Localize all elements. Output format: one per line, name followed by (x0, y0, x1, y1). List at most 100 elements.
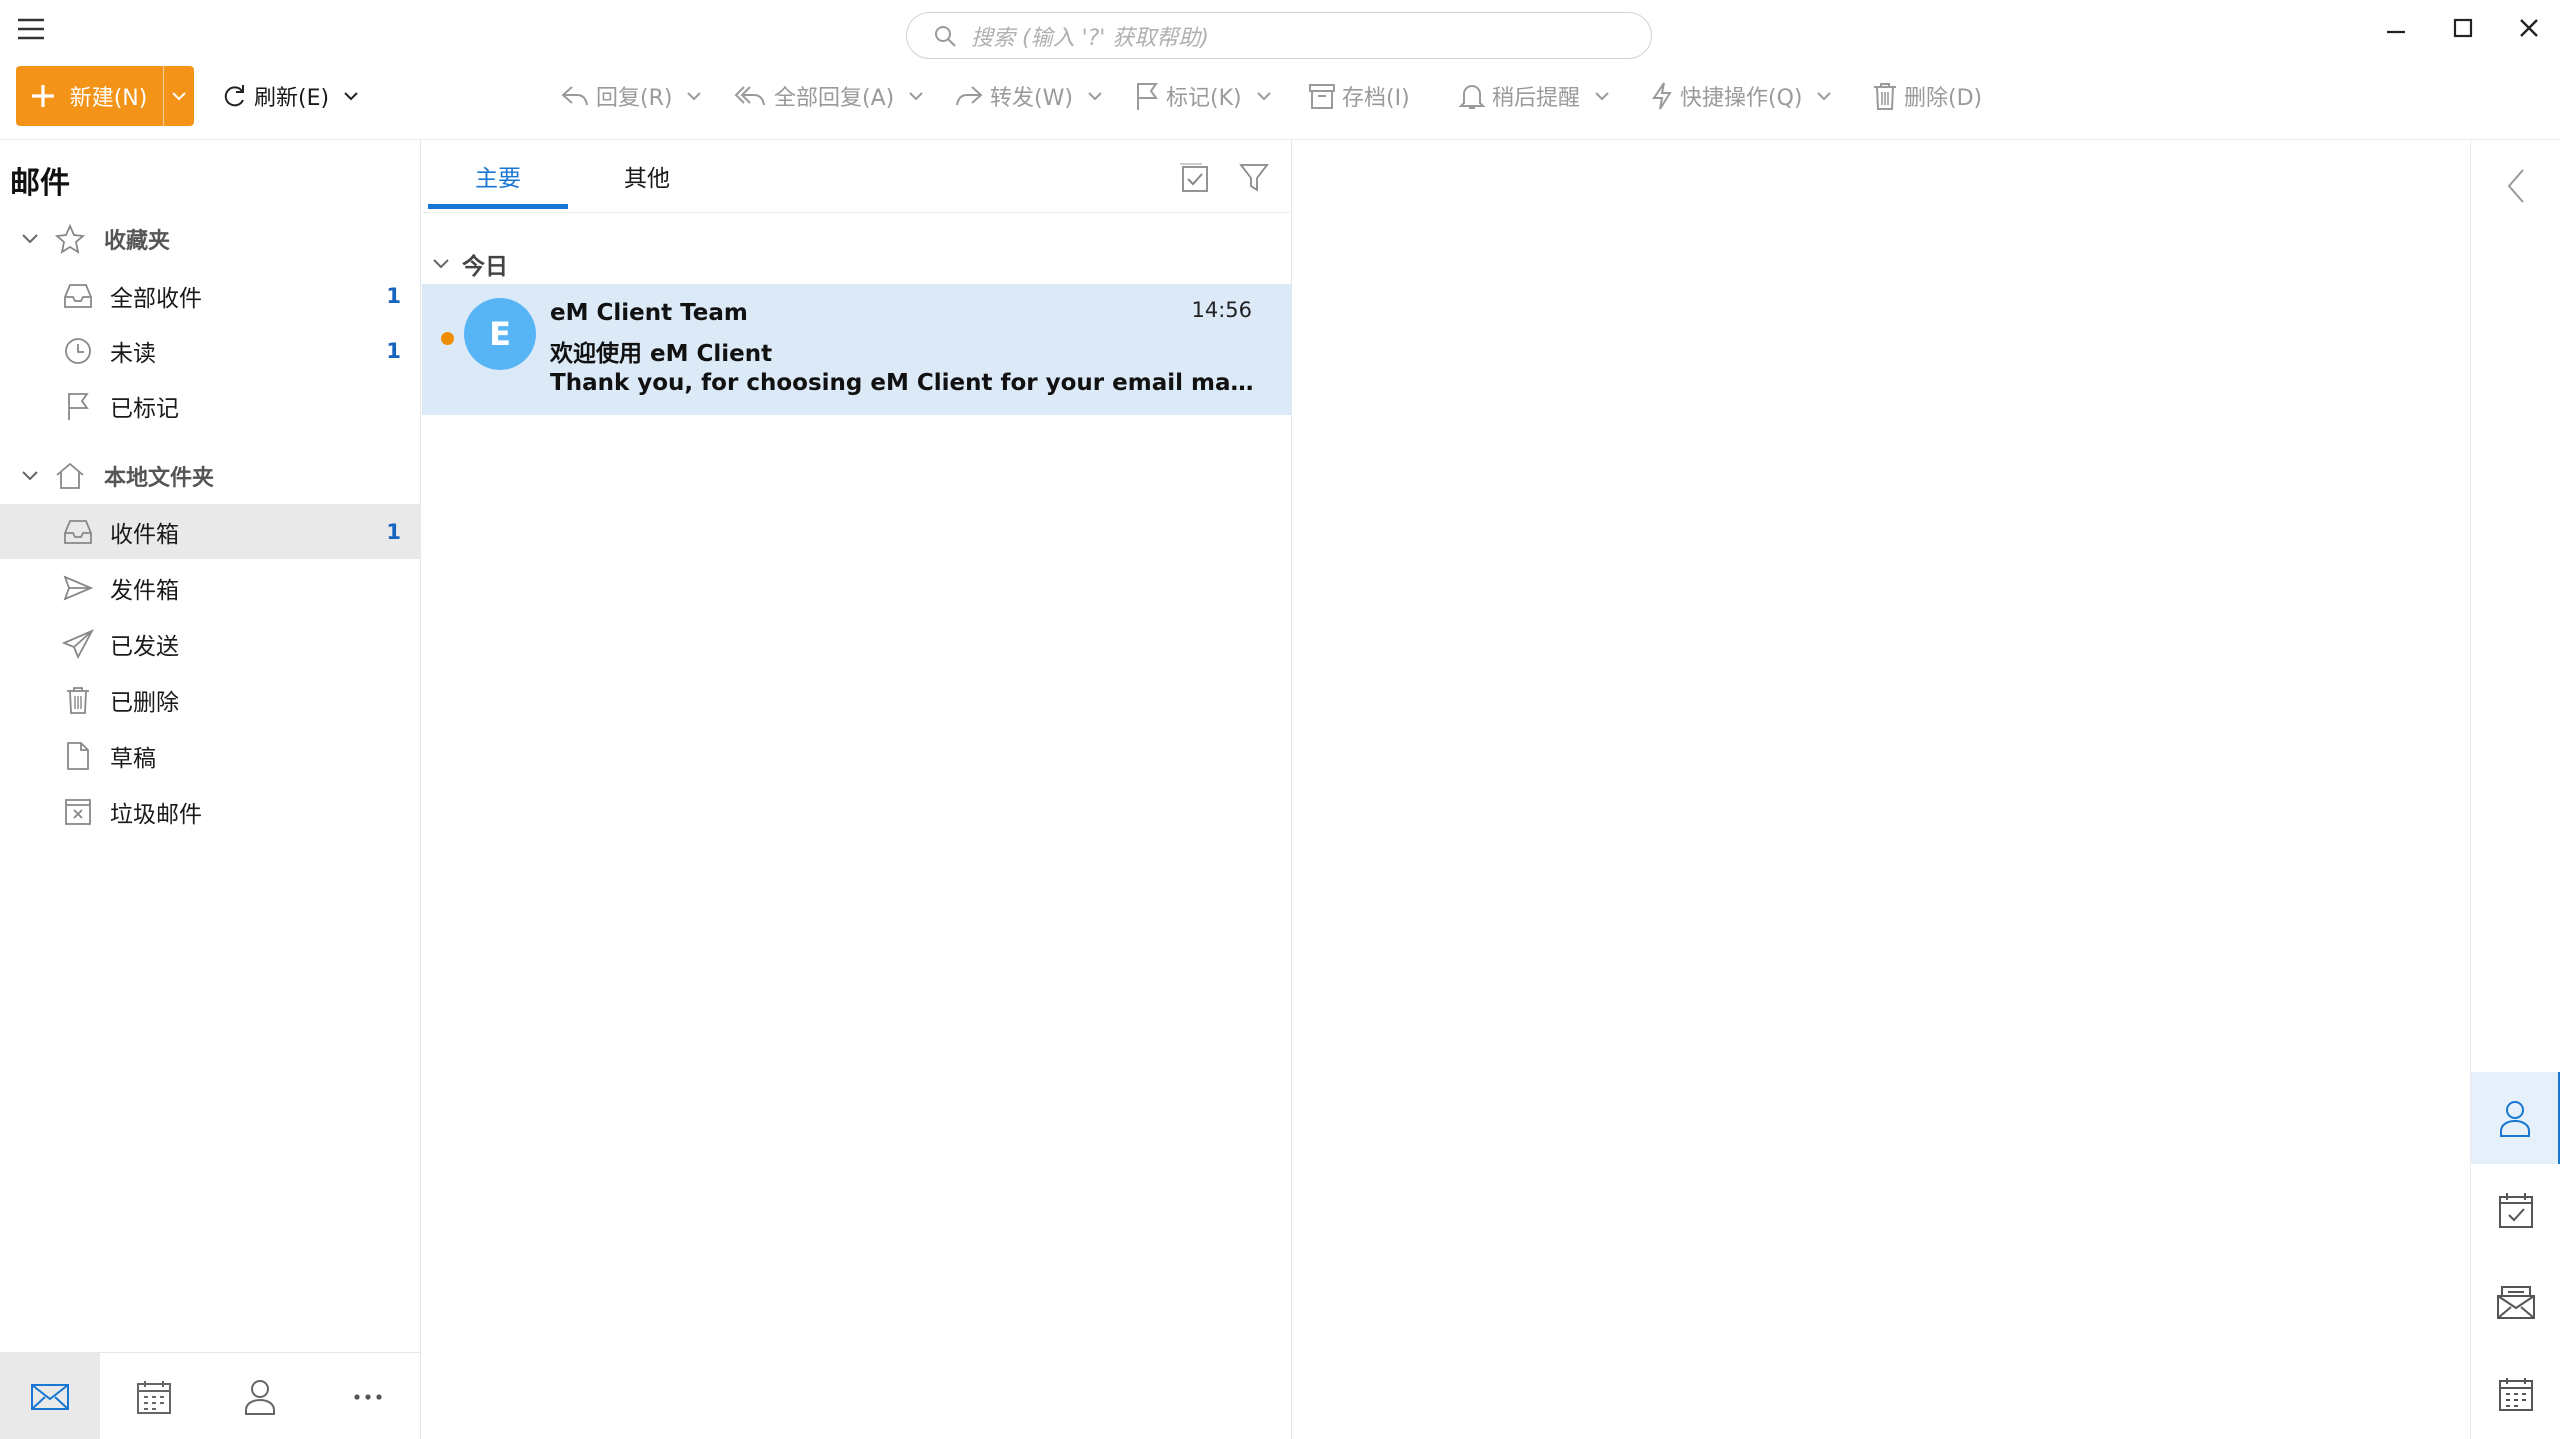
tab-other[interactable]: 其他 (582, 140, 712, 212)
search-icon (933, 24, 957, 48)
filter-icon[interactable] (1232, 156, 1276, 200)
favorites-label: 收藏夹 (104, 229, 171, 254)
sidebar-item-unread[interactable]: 未读 1 (0, 323, 421, 378)
archive-button[interactable]: 存档(I) (1308, 66, 1410, 126)
unread-indicator (441, 332, 454, 345)
reply-all-icon (734, 83, 768, 109)
local-folders-group[interactable]: 本地文件夹 (0, 451, 421, 501)
chevron-down-icon[interactable] (1594, 91, 1610, 101)
title-bar: 搜索 (输入 '?' 获取帮助) (0, 0, 2560, 62)
sidebar-item-label: 发件箱 (110, 577, 179, 604)
reply-all-label: 全部回复(A) (774, 86, 895, 111)
right-rail (2470, 140, 2560, 1439)
module-switcher (0, 1352, 421, 1439)
flag-label: 标记(K) (1166, 86, 1242, 111)
sidebar-item-label: 垃圾邮件 (110, 801, 202, 828)
sidebar-item-sent[interactable]: 已发送 (0, 616, 421, 671)
message-sender: eM Client Team (550, 300, 748, 326)
mail-icon[interactable] (0, 1353, 100, 1439)
tab-primary[interactable]: 主要 (428, 140, 568, 212)
sidebar-title: 邮件 (10, 166, 70, 201)
maximize-icon[interactable] (2430, 6, 2496, 50)
forward-button[interactable]: 转发(W) (954, 66, 1103, 126)
refresh-label: 刷新(E) (254, 86, 330, 111)
chevron-down-icon[interactable] (1087, 91, 1103, 101)
calendar-icon[interactable] (2471, 1348, 2560, 1439)
minimize-icon[interactable] (2363, 6, 2429, 50)
chevron-down-icon[interactable] (908, 91, 924, 101)
inbox-icon (60, 518, 96, 546)
forward-label: 转发(W) (990, 86, 1073, 111)
search-input[interactable]: 搜索 (输入 '?' 获取帮助) (906, 12, 1652, 59)
delete-button[interactable]: 删除(D) (1872, 66, 1982, 126)
sidebar-item-deleted[interactable]: 已删除 (0, 672, 421, 727)
trash-icon (60, 685, 96, 715)
snooze-button[interactable]: 稍后提醒 (1458, 66, 1610, 126)
sidebar-item-inbox[interactable]: 收件箱 1 (0, 504, 421, 559)
chevron-down-icon[interactable] (1816, 91, 1832, 101)
new-button[interactable]: 新建(N) (16, 66, 194, 126)
sidebar-item-label: 未读 (110, 340, 156, 367)
refresh-icon (220, 82, 248, 110)
reply-all-button[interactable]: 全部回复(A) (734, 66, 924, 126)
inbox-icon (60, 282, 96, 310)
chevron-down-icon[interactable] (164, 66, 194, 126)
sidebar-item-label: 全部收件 (110, 285, 202, 312)
sidebar-item-drafts[interactable]: 草稿 (0, 728, 421, 783)
refresh-button[interactable]: 刷新(E) (220, 66, 359, 126)
chevron-down-icon[interactable] (16, 470, 44, 482)
chevron-down-icon[interactable] (343, 91, 359, 101)
divider (422, 212, 1292, 213)
snooze-label: 稍后提醒 (1492, 86, 1581, 111)
calendar-icon[interactable] (104, 1353, 204, 1439)
active-tab-indicator (428, 204, 568, 209)
outbox-icon (60, 574, 96, 602)
mail-stack-icon[interactable] (2471, 1256, 2560, 1348)
favorites-group[interactable]: 收藏夹 (0, 214, 421, 264)
chevron-down-icon[interactable] (686, 91, 702, 101)
bell-icon (1458, 81, 1486, 111)
new-button-label: 新建(N) (69, 86, 148, 111)
avatar: E (464, 298, 536, 370)
group-header-today[interactable]: 今日 (432, 244, 508, 284)
chevron-down-icon[interactable] (16, 233, 44, 245)
contact-icon[interactable] (2471, 1072, 2560, 1164)
sidebar-item-label: 已发送 (110, 633, 179, 660)
junk-icon (60, 797, 96, 827)
message-row[interactable]: E eM Client Team 14:56 欢迎使用 eM Client Th… (422, 284, 1292, 415)
forward-icon (954, 83, 984, 109)
menu-icon[interactable] (14, 12, 48, 46)
group-label: 今日 (462, 254, 508, 280)
message-subject: 欢迎使用 eM Client (550, 341, 773, 367)
unread-count: 1 (386, 519, 401, 544)
reply-button[interactable]: 回复(R) (560, 66, 702, 126)
trash-icon (1872, 81, 1898, 111)
task-icon[interactable] (2471, 1164, 2560, 1256)
unread-count: 1 (386, 283, 401, 308)
home-icon (50, 460, 90, 492)
sidebar-item-outbox[interactable]: 发件箱 (0, 560, 421, 615)
toolbar: 新建(N) 刷新(E) 回复(R) 全部回复(A) 转发(W) 标记(K) 存档… (0, 62, 2560, 140)
more-icon[interactable] (318, 1353, 418, 1439)
sidebar-item-flagged[interactable]: 已标记 (0, 378, 421, 433)
archive-label: 存档(I) (1342, 86, 1410, 111)
clock-icon (60, 336, 96, 366)
local-folders-label: 本地文件夹 (104, 466, 215, 491)
reading-pane (1293, 140, 2469, 1439)
plus-icon (16, 66, 70, 126)
collapse-left-icon[interactable] (2471, 140, 2560, 232)
close-icon[interactable] (2496, 6, 2560, 50)
unread-count: 1 (386, 338, 401, 363)
message-preview: Thank you, for choosing eM Client for yo… (550, 370, 1260, 396)
flag-button[interactable]: 标记(K) (1134, 66, 1272, 126)
chevron-down-icon[interactable] (1256, 91, 1272, 101)
contacts-icon[interactable] (210, 1353, 310, 1439)
flag-icon (1134, 81, 1160, 111)
sidebar-item-junk[interactable]: 垃圾邮件 (0, 784, 421, 839)
chevron-down-icon[interactable] (432, 258, 450, 270)
select-all-icon[interactable] (1172, 156, 1216, 200)
quick-actions-button[interactable]: 快捷操作(Q) (1650, 66, 1832, 126)
message-time: 14:56 (1191, 298, 1252, 322)
sent-icon (60, 628, 96, 659)
sidebar-item-all-inbox[interactable]: 全部收件 1 (0, 268, 421, 323)
